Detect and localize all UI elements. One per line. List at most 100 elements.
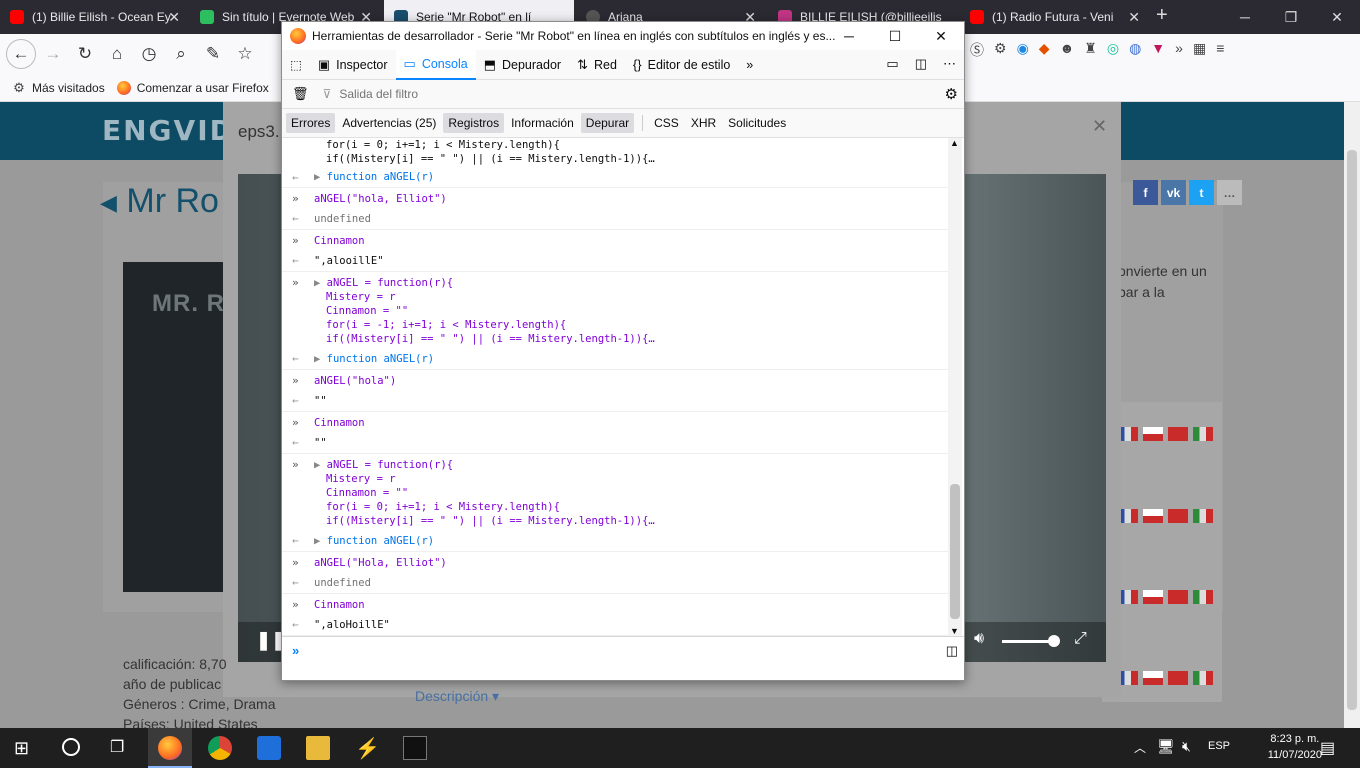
more-options-icon[interactable]: ⋯: [943, 56, 956, 72]
italy-flag-icon[interactable]: [1193, 590, 1213, 604]
page-scrollbar[interactable]: [1344, 102, 1360, 728]
media-player-icon[interactable]: [257, 736, 281, 760]
filter-info[interactable]: Información: [506, 113, 579, 133]
minimize-button[interactable]: ─: [826, 22, 872, 50]
maximize-button[interactable]: ❐: [1268, 0, 1314, 34]
volume-tray-icon[interactable]: 🔇︎: [1182, 738, 1191, 755]
france-flag-icon[interactable]: [1118, 509, 1138, 523]
close-window-button[interactable]: ✕: [1314, 0, 1360, 34]
clock[interactable]: 8:23 p. m. 11/07/2020: [1268, 731, 1322, 763]
trash-icon[interactable]: 🗑︎: [292, 86, 309, 102]
minimize-button[interactable]: ─: [1222, 0, 1268, 34]
console-scrollbar-thumb[interactable]: [950, 484, 960, 619]
filter-input[interactable]: [339, 87, 900, 101]
bookmark-star-icon[interactable]: ☆: [230, 39, 260, 69]
france-flag-icon[interactable]: [1118, 671, 1138, 685]
volume-icon[interactable]: 🔊︎: [974, 630, 984, 648]
close-icon[interactable]: ✕: [168, 9, 180, 26]
download-icon[interactable]: ▼: [1151, 40, 1165, 60]
close-icon[interactable]: ✕: [1092, 116, 1107, 137]
volume-slider-handle[interactable]: [1048, 635, 1060, 647]
france-flag-icon[interactable]: [1118, 590, 1138, 604]
console-input-line[interactable]: » ◫: [282, 636, 964, 666]
scroll-down-icon[interactable]: ▼: [950, 626, 959, 636]
account-icon[interactable]: ☻: [1060, 40, 1075, 60]
wrench-icon[interactable]: ✎: [198, 39, 228, 69]
function-result[interactable]: ▶ function aNGEL(r): [314, 352, 434, 366]
maximize-button[interactable]: ☐: [872, 22, 918, 50]
terminal-icon[interactable]: [403, 736, 427, 760]
expand-triangle-icon[interactable]: ▶: [314, 535, 327, 547]
turkey-flag-icon[interactable]: [1168, 509, 1188, 523]
messenger-icon[interactable]: ◉: [1017, 40, 1029, 60]
windows-start-icon[interactable]: ⊞: [14, 738, 29, 759]
overflow-chevron-icon[interactable]: »: [1175, 40, 1183, 60]
expand-triangle-icon[interactable]: ▶: [314, 353, 327, 365]
czech-flag-icon[interactable]: [1143, 509, 1163, 523]
home-button[interactable]: ⌂: [102, 39, 132, 69]
responsive-design-icon[interactable]: ▭: [886, 56, 898, 72]
filter-logs[interactable]: Registros: [443, 113, 505, 133]
extension-glyph-icon[interactable]: ♜: [1084, 40, 1097, 60]
filter-debug[interactable]: Depurar: [580, 113, 635, 133]
more-tools-chevron-icon[interactable]: »: [738, 50, 761, 80]
back-button[interactable]: ←: [6, 39, 36, 69]
expand-triangle-icon[interactable]: ▶: [314, 171, 327, 183]
extension-s-icon[interactable]: Ⓢ: [970, 40, 984, 60]
reload-button[interactable]: ↻: [70, 39, 100, 69]
twitter-icon[interactable]: t: [1189, 180, 1214, 205]
back-arrow-icon[interactable]: ◀: [100, 190, 117, 215]
italy-flag-icon[interactable]: [1193, 509, 1213, 523]
task-view-icon[interactable]: ❐: [110, 737, 124, 757]
function-result[interactable]: ▶ function aNGEL(r): [314, 170, 434, 184]
france-flag-icon[interactable]: [1118, 427, 1138, 441]
czech-flag-icon[interactable]: [1143, 427, 1163, 441]
close-icon[interactable]: ✕: [1128, 9, 1140, 26]
vk-icon[interactable]: vk: [1161, 180, 1186, 205]
extension-globe-icon[interactable]: ◍: [1129, 40, 1141, 60]
browser-tab-1[interactable]: (1) Billie Eilish - Ocean Ey ✕: [0, 0, 190, 34]
tray-chevron-icon[interactable]: ︿: [1134, 739, 1146, 756]
history-icon[interactable]: ◷: [134, 39, 164, 69]
turkey-flag-icon[interactable]: [1168, 427, 1188, 441]
czech-flag-icon[interactable]: [1143, 590, 1163, 604]
notifications-icon[interactable]: ▤: [1320, 738, 1335, 758]
tab-debugger[interactable]: ⬒ Depurador: [476, 50, 569, 80]
tab-console[interactable]: ▭ Consola: [395, 49, 476, 80]
filter-css[interactable]: CSS: [649, 113, 684, 133]
forward-button[interactable]: →: [38, 39, 68, 69]
new-tab-button[interactable]: +: [1156, 4, 1168, 27]
search-icon[interactable]: ⌕: [166, 39, 196, 69]
italy-flag-icon[interactable]: [1193, 427, 1213, 441]
search-icon[interactable]: [62, 738, 80, 756]
editor-mode-icon[interactable]: ◫: [946, 643, 958, 659]
expand-triangle-icon[interactable]: ▶: [314, 277, 327, 289]
italy-flag-icon[interactable]: [1193, 671, 1213, 685]
fullscreen-icon[interactable]: ⤢: [1074, 630, 1087, 648]
page-scrollbar-thumb[interactable]: [1347, 150, 1357, 710]
description-link[interactable]: Descripción ▾: [415, 688, 499, 705]
extensions-grid-icon[interactable]: ▦: [1193, 40, 1206, 60]
language-indicator[interactable]: ESP: [1208, 740, 1230, 752]
network-tray-icon[interactable]: 🖥︎: [1157, 738, 1175, 755]
filter-errors[interactable]: Errores: [286, 113, 336, 133]
facebook-icon[interactable]: f: [1133, 180, 1158, 205]
turkey-flag-icon[interactable]: [1168, 671, 1188, 685]
extension-icon[interactable]: ◆: [1039, 40, 1050, 60]
function-result[interactable]: ▶ function aNGEL(r): [314, 534, 434, 548]
app-lightning-icon[interactable]: ⚡: [355, 736, 380, 760]
tab-inspector[interactable]: ▣ Inspector: [310, 50, 396, 80]
turkey-flag-icon[interactable]: [1168, 590, 1188, 604]
dock-icon[interactable]: ◫: [915, 56, 927, 72]
scroll-up-icon[interactable]: ▲: [950, 138, 959, 148]
tab-style-editor[interactable]: {} Editor de estilo: [625, 50, 738, 80]
filter-warnings[interactable]: Advertencias (25): [337, 113, 441, 133]
filter-xhr[interactable]: XHR: [686, 113, 721, 133]
grammarly-icon[interactable]: ◎: [1107, 40, 1119, 60]
bookmark-most-visited[interactable]: ⚙ Más visitados: [12, 80, 105, 95]
file-explorer-icon[interactable]: [306, 736, 330, 760]
pick-element-icon[interactable]: ⬚: [282, 50, 310, 80]
more-icon[interactable]: …: [1217, 180, 1242, 205]
expand-triangle-icon[interactable]: ▶: [314, 459, 327, 471]
settings-gear-icon[interactable]: ⚙: [945, 85, 958, 103]
